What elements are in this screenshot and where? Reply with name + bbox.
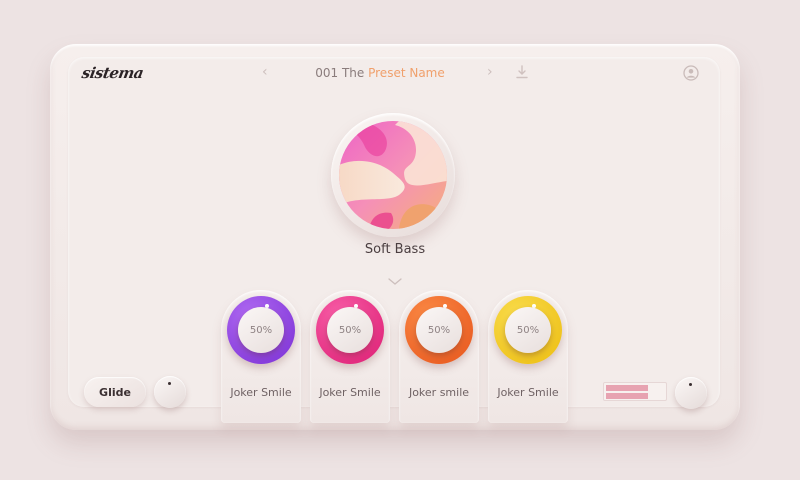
level-meter: [603, 382, 667, 401]
volume-knob[interactable]: [675, 377, 707, 409]
brand-logo: sistema: [80, 64, 145, 82]
chevron-down-icon[interactable]: [388, 278, 402, 286]
glide-knob[interactable]: [154, 376, 186, 408]
macro-card: 50% Joker Smile: [221, 290, 301, 423]
preset-name[interactable]: 001 The Preset Name: [300, 66, 460, 80]
macro-card: 50% Joker Smile: [310, 290, 390, 423]
knob-indicator: [168, 382, 171, 385]
patch-name: Soft Bass: [364, 242, 426, 257]
preset-prefix: 001 The: [315, 66, 369, 80]
macro-card: 50% Joker Smile: [488, 290, 568, 423]
macro-label: Joker Smile: [230, 386, 292, 399]
macro-knob-ring[interactable]: 50%: [405, 296, 473, 364]
macro-knob-ring[interactable]: 50%: [494, 296, 562, 364]
chevron-right-icon[interactable]: ›: [487, 64, 493, 80]
macro-card: 50% Joker smile: [399, 290, 479, 423]
knob-indicator: [689, 383, 692, 386]
user-icon[interactable]: [683, 65, 699, 81]
macro-knob-ring[interactable]: 50%: [316, 296, 384, 364]
macro-knob[interactable]: 50%: [327, 307, 373, 353]
preset-accent: Preset Name: [368, 66, 445, 80]
glide-button[interactable]: Glide: [84, 377, 146, 407]
macro-knob[interactable]: 50%: [238, 307, 284, 353]
macro-label: Joker Smile: [319, 386, 381, 399]
macro-label: Joker smile: [408, 386, 470, 399]
macro-label: Joker Smile: [497, 386, 559, 399]
chevron-left-icon[interactable]: ‹: [262, 64, 268, 80]
patch-artwork[interactable]: [339, 121, 447, 229]
macro-knob[interactable]: 50%: [505, 307, 551, 353]
macro-knob[interactable]: 50%: [416, 307, 462, 353]
download-icon[interactable]: [516, 65, 528, 79]
macro-knob-ring[interactable]: 50%: [227, 296, 295, 364]
meter-bar-left: [606, 385, 648, 391]
meter-bar-right: [606, 393, 648, 399]
